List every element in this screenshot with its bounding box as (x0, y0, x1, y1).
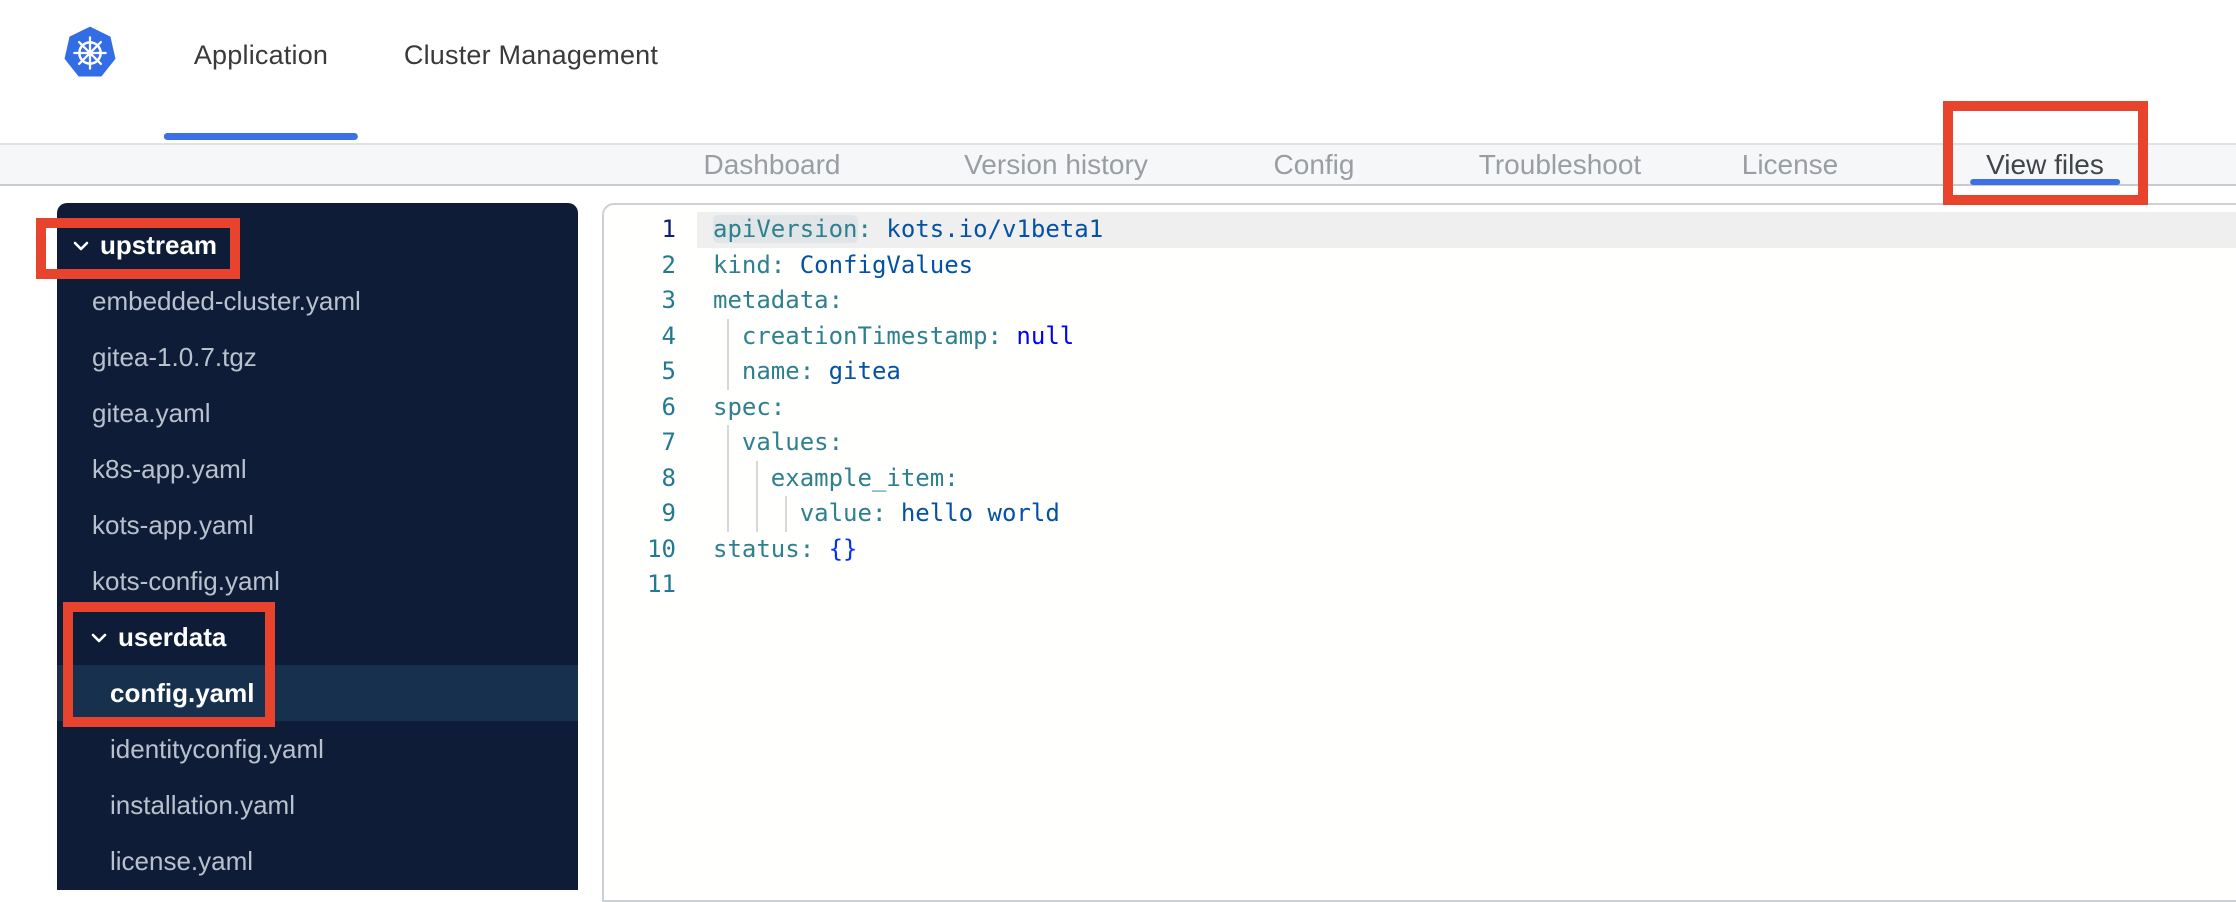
tree-item-label: gitea-1.0.7.tgz (92, 341, 257, 372)
code-line-9[interactable]: 9 value: hello world (604, 496, 2236, 532)
tree-item-label: gitea.yaml (92, 397, 211, 428)
token-str: ConfigValues (785, 250, 974, 279)
tree-folder-upstream[interactable]: upstream (57, 217, 578, 273)
token-key: value: (713, 499, 887, 527)
token-key: status: (713, 534, 815, 563)
subnav-item-label: Version history (964, 149, 1148, 180)
topbar-tab-label: Cluster Management (403, 40, 659, 70)
tree-file-k8s-app.yaml[interactable]: k8s-app.yaml (57, 441, 578, 497)
tree-folder-userdata[interactable]: userdata (57, 609, 578, 665)
subnav-item-label: Dashboard (703, 149, 841, 180)
tree-item-label: userdata (118, 621, 227, 652)
line-number: 2 (661, 250, 676, 279)
tree-item-label: k8s-app.yaml (92, 453, 247, 484)
tree-item-label: config.yaml (110, 677, 255, 708)
token-str: gitea (814, 357, 901, 385)
line-number: 7 (661, 428, 676, 456)
line-source: values: (713, 425, 843, 461)
line-number: 11 (647, 570, 676, 598)
topbar-tab-application[interactable]: Application (163, 40, 359, 140)
application-subnav: Dashboard Version history Config Troublesho… (0, 145, 2236, 186)
code-line-4[interactable]: 4 creationTimestamp: null (604, 318, 2236, 355)
subnav-item-label: Config (1273, 149, 1355, 180)
subnav-item-config[interactable]: Config (1274, 149, 1355, 184)
subnav-item-license[interactable]: License (1742, 149, 1839, 184)
line-source: example_item: (713, 461, 959, 497)
line-source: name: gitea (713, 354, 901, 390)
file-tree-sidebar: upstream embedded-cluster.yaml gitea-1.0.7… (57, 203, 578, 890)
tree-item-label: embedded-cluster.yaml (92, 285, 361, 316)
tree-item-label: kots-app.yaml (92, 509, 254, 540)
line-source: spec: (713, 390, 785, 426)
active-subnav-underline (1970, 179, 2120, 185)
tree-file-config.yaml[interactable]: config.yaml (57, 665, 578, 721)
tree-item-label: identityconfig.yaml (110, 733, 324, 764)
tree-file-kots-config.yaml[interactable]: kots-config.yaml (57, 553, 578, 609)
subnav-item-label: License (1741, 149, 1839, 180)
token-key: name: (713, 357, 815, 385)
line-number: 1 (661, 215, 676, 243)
line-source: kind: ConfigValues (713, 248, 973, 284)
tree-item-label: installation.yaml (110, 789, 295, 820)
chevron-down-icon (87, 625, 111, 649)
code-line-2[interactable]: 2 kind: ConfigValues (604, 248, 2236, 284)
tree-item-label: kots-config.yaml (92, 565, 280, 596)
code-line-7[interactable]: 7 values: (604, 425, 2236, 461)
line-number: 9 (661, 499, 676, 527)
word-occurrence-highlight: apiVersion (713, 215, 858, 243)
line-number: 10 (647, 534, 676, 563)
kubernetes-logo (62, 24, 118, 82)
tree-file-installation.yaml[interactable]: installation.yaml (57, 777, 578, 833)
code-line-3[interactable]: 3 metadata: (604, 283, 2236, 319)
line-number: 6 (661, 392, 676, 421)
line-source: status: {} (713, 532, 858, 568)
subnav-item-label: View files (1986, 149, 2104, 180)
chevron-down-icon (69, 233, 93, 257)
code-line-1[interactable]: 1 apiVersion: kots.io/v1beta1 (604, 212, 2236, 248)
token-kw: null (1001, 321, 1075, 350)
code-line-8[interactable]: 8 example_item: (604, 460, 2236, 497)
subnav-item-view-files[interactable]: View files (1970, 149, 2120, 185)
token-str: hello world (886, 499, 1060, 527)
line-number: 8 (661, 463, 676, 492)
token-key: : (857, 215, 872, 243)
topbar-tab-cluster-management[interactable]: Cluster Management (404, 40, 658, 71)
line-number: 5 (661, 357, 676, 385)
token-punct: {} (814, 534, 858, 563)
token-key: kind: (713, 250, 786, 279)
tree-file-kots-app.yaml[interactable]: kots-app.yaml (57, 497, 578, 553)
token-key: spec: (713, 392, 786, 421)
file-viewer-editor[interactable]: 1 apiVersion: kots.io/v1beta1 2 kind: Confi… (602, 203, 2236, 902)
tree-item-label: upstream (100, 229, 218, 260)
code-line-11[interactable]: 11 (604, 567, 2236, 603)
subnav-item-label: Troubleshoot (1478, 149, 1642, 180)
code-line-6[interactable]: 6 spec: (604, 390, 2236, 426)
line-number: 3 (661, 286, 676, 314)
token-key: example_item: (713, 463, 959, 492)
line-number: 4 (661, 321, 676, 350)
top-navigation-bar: Application Cluster Management (0, 0, 2236, 145)
code-line-10[interactable]: 10 status: {} (604, 532, 2236, 568)
tree-file-identityconfig.yaml[interactable]: identityconfig.yaml (57, 721, 578, 777)
subnav-item-dashboard[interactable]: Dashboard (704, 149, 841, 184)
token-str: kots.io/v1beta1 (871, 215, 1104, 243)
subnav-item-troubleshoot[interactable]: Troubleshoot (1479, 149, 1641, 184)
token-key: metadata: (713, 286, 844, 314)
tree-file-gitea-1.0.7.tgz[interactable]: gitea-1.0.7.tgz (57, 329, 578, 385)
line-source: apiVersion: kots.io/v1beta1 (713, 212, 1103, 248)
tree-file-embedded-cluster.yaml[interactable]: embedded-cluster.yaml (57, 273, 578, 329)
tree-file-license.yaml[interactable]: license.yaml (57, 833, 578, 889)
token-key: values: (713, 428, 844, 456)
active-tab-underline (163, 133, 359, 140)
code-line-5[interactable]: 5 name: gitea (604, 354, 2236, 390)
tree-file-gitea.yaml[interactable]: gitea.yaml (57, 385, 578, 441)
yaml-code-view[interactable]: 1 apiVersion: kots.io/v1beta1 2 kind: Confi… (604, 212, 2236, 603)
line-source: creationTimestamp: null (713, 319, 1074, 355)
line-source: metadata: (713, 283, 843, 319)
token-key: creationTimestamp: (713, 321, 1002, 350)
subnav-item-version-history[interactable]: Version history (964, 149, 1148, 184)
topbar-tab-label: Application (193, 40, 329, 70)
line-source: value: hello world (713, 496, 1060, 532)
tree-item-label: license.yaml (110, 845, 254, 876)
